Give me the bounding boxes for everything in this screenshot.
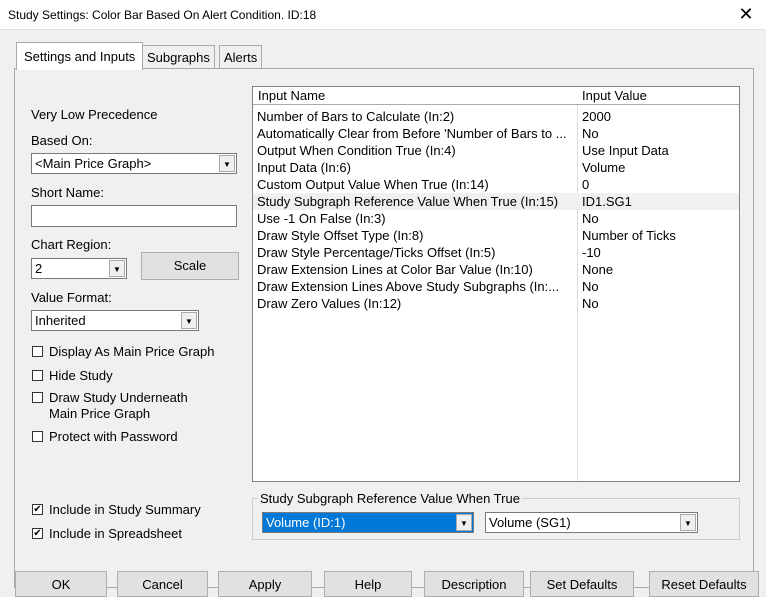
set-defaults-button[interactable]: Set Defaults bbox=[530, 571, 634, 597]
tab-subgraphs[interactable]: Subgraphs bbox=[142, 45, 215, 69]
chevron-down-icon: ▼ bbox=[680, 514, 696, 531]
study-select[interactable]: Volume (ID:1) ▼ bbox=[262, 512, 474, 533]
cancel-button[interactable]: Cancel bbox=[117, 571, 208, 597]
reset-defaults-button[interactable]: Reset Defaults bbox=[649, 571, 759, 597]
input-name: Output When Condition True (In:4) bbox=[257, 143, 456, 158]
input-name: Draw Style Percentage/Ticks Offset (In:5… bbox=[257, 245, 496, 260]
subgraph-select[interactable]: Volume (SG1) ▼ bbox=[485, 512, 698, 533]
table-row[interactable]: Draw Extension Lines at Color Bar Value … bbox=[253, 261, 739, 278]
input-name: Custom Output Value When True (In:14) bbox=[257, 177, 489, 192]
value-format-select[interactable]: Inherited ▼ bbox=[31, 310, 199, 331]
based-on-value: <Main Price Graph> bbox=[35, 156, 152, 171]
input-value[interactable]: None bbox=[582, 262, 613, 277]
table-row[interactable]: Draw Style Offset Type (In:8) Number of T… bbox=[253, 227, 739, 244]
based-on-label: Based On: bbox=[31, 133, 93, 148]
input-value[interactable]: No bbox=[582, 279, 599, 294]
help-button[interactable]: Help bbox=[324, 571, 412, 597]
include-spreadsheet-checkbox[interactable]: ✔ bbox=[32, 528, 43, 539]
include-summary-checkbox[interactable]: ✔ bbox=[32, 504, 43, 515]
input-value[interactable]: 2000 bbox=[582, 109, 611, 124]
input-name: Draw Extension Lines at Color Bar Value … bbox=[257, 262, 533, 277]
input-value[interactable]: No bbox=[582, 126, 599, 141]
chevron-down-icon: ▼ bbox=[456, 514, 472, 531]
chart-region-value: 2 bbox=[35, 261, 43, 276]
table-row[interactable]: Output When Condition True (In:4) Use Inp… bbox=[253, 142, 739, 159]
tab-alerts[interactable]: Alerts bbox=[219, 45, 263, 69]
table-row[interactable]: Draw Style Percentage/Ticks Offset (In:5… bbox=[253, 244, 739, 261]
input-name: Use -1 On False (In:3) bbox=[257, 211, 386, 226]
chart-region-label: Chart Region: bbox=[31, 237, 112, 252]
scale-button[interactable]: Scale bbox=[141, 252, 239, 280]
based-on-select[interactable]: <Main Price Graph> ▼ bbox=[31, 153, 237, 174]
input-value[interactable]: No bbox=[582, 211, 599, 226]
chart-region-select[interactable]: 2 ▼ bbox=[31, 258, 127, 279]
precedence-label: Very Low Precedence bbox=[31, 107, 158, 122]
display-as-main-label: Display As Main Price Graph bbox=[49, 344, 215, 359]
header-input-name[interactable]: Input Name bbox=[258, 88, 325, 103]
input-value[interactable]: ID1.SG1 bbox=[582, 194, 632, 209]
subgraph-value: Volume (SG1) bbox=[489, 515, 571, 530]
close-icon[interactable]: ✕ bbox=[736, 4, 756, 25]
draw-underneath-label: Draw Study Underneath bbox=[49, 390, 188, 405]
apply-button[interactable]: Apply bbox=[218, 571, 312, 597]
table-row[interactable]: Draw Extension Lines Above Study Subgrap… bbox=[253, 278, 739, 295]
chevron-down-icon: ▼ bbox=[181, 312, 197, 329]
input-name: Automatically Clear from Before 'Number … bbox=[257, 126, 567, 141]
hide-study-checkbox[interactable] bbox=[32, 370, 43, 381]
protect-password-checkbox[interactable] bbox=[32, 431, 43, 442]
input-value[interactable]: Volume bbox=[582, 160, 625, 175]
draw-underneath-label-2: Main Price Graph bbox=[49, 406, 151, 421]
study-value: Volume (ID:1) bbox=[266, 515, 346, 530]
chevron-down-icon: ▼ bbox=[219, 155, 235, 172]
header-input-value[interactable]: Input Value bbox=[582, 88, 647, 103]
include-spreadsheet-label: Include in Spreadsheet bbox=[49, 526, 182, 541]
window-title: Study Settings: Color Bar Based On Alert… bbox=[8, 8, 317, 22]
inputs-table: Input Name Input Value Number of Bars to… bbox=[252, 86, 740, 482]
group-title: Study Subgraph Reference Value When True bbox=[258, 491, 522, 506]
table-row[interactable]: Study Subgraph Reference Value When True… bbox=[253, 193, 739, 210]
input-value[interactable]: Use Input Data bbox=[582, 143, 669, 158]
input-value[interactable]: -10 bbox=[582, 245, 601, 260]
input-name: Input Data (In:6) bbox=[257, 160, 351, 175]
value-format-label: Value Format: bbox=[31, 290, 112, 305]
include-summary-label: Include in Study Summary bbox=[49, 502, 201, 517]
input-name: Draw Zero Values (In:12) bbox=[257, 296, 402, 311]
description-button[interactable]: Description bbox=[424, 571, 524, 597]
title-bar: Study Settings: Color Bar Based On Alert… bbox=[0, 0, 766, 30]
hide-study-label: Hide Study bbox=[49, 368, 113, 383]
table-row[interactable]: Automatically Clear from Before 'Number … bbox=[253, 125, 739, 142]
input-value[interactable]: Number of Ticks bbox=[582, 228, 676, 243]
input-value[interactable]: No bbox=[582, 296, 599, 311]
ok-button[interactable]: OK bbox=[15, 571, 107, 597]
display-as-main-checkbox[interactable] bbox=[32, 346, 43, 357]
input-name: Draw Extension Lines Above Study Subgrap… bbox=[257, 279, 560, 294]
table-row[interactable]: Custom Output Value When True (In:14) 0 bbox=[253, 176, 739, 193]
value-format-value: Inherited bbox=[35, 313, 86, 328]
protect-password-label: Protect with Password bbox=[49, 429, 178, 444]
table-header: Input Name Input Value bbox=[253, 87, 739, 105]
chevron-down-icon: ▼ bbox=[109, 260, 125, 277]
input-name: Number of Bars to Calculate (In:2) bbox=[257, 109, 455, 124]
tab-settings-and-inputs[interactable]: Settings and Inputs bbox=[16, 42, 144, 70]
table-row[interactable]: Use -1 On False (In:3) No bbox=[253, 210, 739, 227]
short-name-label: Short Name: bbox=[31, 185, 104, 200]
input-value[interactable]: 0 bbox=[582, 177, 589, 192]
table-row[interactable]: Draw Zero Values (In:12) No bbox=[253, 295, 739, 312]
short-name-input[interactable] bbox=[31, 205, 237, 227]
table-row[interactable]: Number of Bars to Calculate (In:2) 2000 bbox=[253, 108, 739, 125]
table-row[interactable]: Input Data (In:6) Volume bbox=[253, 159, 739, 176]
draw-underneath-checkbox[interactable] bbox=[32, 392, 43, 403]
input-name: Draw Style Offset Type (In:8) bbox=[257, 228, 424, 243]
input-name: Study Subgraph Reference Value When True… bbox=[257, 194, 559, 209]
